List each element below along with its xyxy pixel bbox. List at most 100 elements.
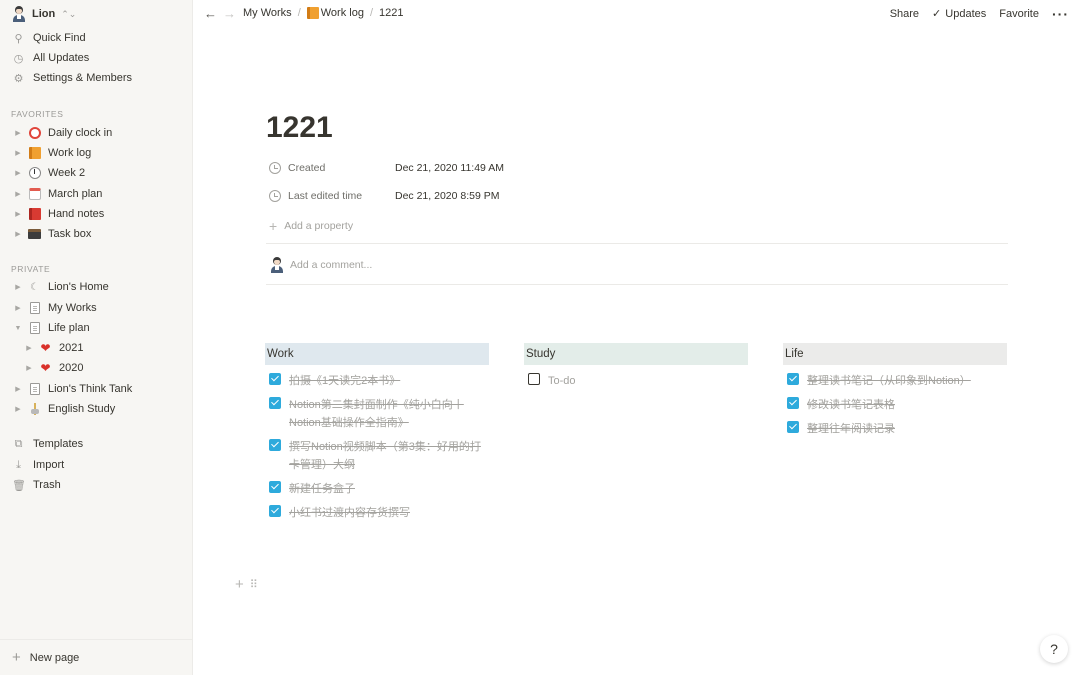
back-arrow-icon[interactable]: ← — [204, 6, 217, 21]
updates-button[interactable]: ✓ Updates — [932, 7, 987, 21]
sidebar-item-march-plan[interactable]: ▶ March plan — [11, 185, 102, 203]
drag-handle-icon[interactable]: ⠿ — [250, 578, 258, 591]
sidebar-item-label: Settings & Members — [33, 72, 133, 84]
sidebar-item-hand-notes[interactable]: ▶ Hand notes — [11, 205, 104, 223]
sidebar-item-daily-clock-in[interactable]: ▶ Daily clock in — [11, 124, 112, 142]
property-created[interactable]: Created Dec 21, 2020 11:49 AM — [269, 159, 529, 177]
forward-arrow-icon[interactable]: → — [223, 6, 236, 21]
updates-label: Updates — [945, 7, 987, 20]
checkbox-checked[interactable] — [269, 439, 281, 451]
add-comment-field[interactable]: Add a comment... — [270, 257, 372, 273]
checkbox-checked[interactable] — [269, 505, 281, 517]
expand-triangle-icon[interactable]: ▶ — [22, 364, 36, 372]
expand-triangle-icon[interactable]: ▶ — [11, 210, 25, 218]
workspace-name: Lion — [32, 8, 56, 20]
todo-item: Notion第二集封面制作《纯小白向丨Notion基础操作全指南》 — [265, 396, 489, 432]
expand-triangle-icon[interactable]: ▶ — [11, 405, 25, 413]
checkmark-icon: ✓ — [932, 8, 942, 20]
sidebar-item-label: March plan — [48, 188, 103, 200]
column-work: Work 拍摄《1天读完2本书》 Notion第二集封面制作《纯小白向丨Noti… — [265, 343, 489, 522]
breadcrumb-item-work-log[interactable]: Work log — [306, 7, 364, 19]
sidebar-item-lions-think-tank[interactable]: ▶ Lion's Think Tank — [11, 380, 132, 398]
templates-icon: ⧉ — [14, 437, 23, 450]
sidebar-item-english-study[interactable]: ▶ English Study — [11, 400, 115, 418]
block-controls: + ⠿ — [235, 577, 258, 592]
column-heading[interactable]: Work — [265, 343, 489, 365]
private-section-label: PRIVATE — [11, 264, 51, 274]
sidebar-item-templates[interactable]: ⧉ Templates — [12, 435, 84, 453]
checkbox-checked[interactable] — [787, 421, 799, 433]
expand-triangle-icon[interactable]: ▶ — [11, 169, 25, 177]
sidebar-item-label: Hand notes — [48, 208, 105, 220]
sidebar-item-quick-find[interactable]: ⚲ Quick Find — [12, 29, 85, 47]
sidebar-item-life-plan[interactable]: ▼ Life plan — [11, 319, 90, 337]
checkbox-checked[interactable] — [269, 397, 281, 409]
workspace-switcher[interactable]: Lion ⌃⌄ — [12, 6, 76, 22]
checkbox-checked[interactable] — [269, 373, 281, 385]
clock-icon — [28, 167, 41, 179]
todo-text[interactable]: 小红书过渡内容存货撰写 — [289, 504, 410, 522]
todo-item: To-do — [524, 372, 748, 390]
sidebar-item-week-2[interactable]: ▶ Week 2 — [11, 164, 85, 182]
checkbox-checked[interactable] — [787, 397, 799, 409]
add-property-label: Add a property — [284, 220, 354, 232]
expand-triangle-icon[interactable]: ▶ — [11, 304, 25, 312]
property-last-edited[interactable]: Last edited time Dec 21, 2020 8:59 PM — [269, 187, 529, 205]
column-heading[interactable]: Study — [524, 343, 748, 365]
add-block-icon[interactable]: + — [235, 577, 244, 592]
checkbox-unchecked[interactable] — [528, 373, 540, 385]
sidebar-item-label: English Study — [48, 403, 116, 415]
help-button[interactable]: ? — [1040, 635, 1068, 663]
sidebar-item-label: 2021 — [59, 342, 84, 354]
sidebar-item-lions-home[interactable]: ▶ ☾ Lion's Home — [11, 278, 109, 296]
share-button[interactable]: Share — [890, 8, 919, 20]
add-property-button[interactable]: + Add a property — [269, 218, 353, 234]
todo-text[interactable]: 拍摄《1天读完2本书》 — [289, 372, 400, 390]
todo-text[interactable]: 整理往年阅读记录 — [807, 420, 895, 438]
checkbox-checked[interactable] — [269, 481, 281, 493]
expand-triangle-icon[interactable]: ▶ — [11, 230, 25, 238]
column-heading[interactable]: Life — [783, 343, 1007, 365]
sidebar-item-label: 2020 — [59, 362, 84, 374]
favorite-button[interactable]: Favorite — [999, 8, 1039, 20]
sidebar-item-all-updates[interactable]: ◷ All Updates — [12, 49, 90, 67]
sidebar-item-work-log[interactable]: ▶ Work log — [11, 144, 91, 162]
more-options-icon[interactable]: ··· — [1052, 7, 1069, 21]
sidebar-item-import[interactable]: ⤓ Import — [12, 456, 64, 474]
document-icon — [29, 302, 40, 314]
todo-text[interactable]: 整理读书笔记（从印象到Notion） — [807, 372, 971, 390]
sidebar-item-trash[interactable]: 🗑 Trash — [12, 476, 61, 494]
expand-triangle-icon[interactable]: ▶ — [11, 283, 25, 291]
todo-text[interactable]: Notion第二集封面制作《纯小白向丨Notion基础操作全指南》 — [289, 396, 489, 432]
new-page-button[interactable]: + New page — [0, 639, 193, 675]
breadcrumb-item-my-works[interactable]: My Works — [243, 7, 292, 19]
clock-icon — [269, 190, 281, 202]
sidebar-item-2020[interactable]: ▶ ❤ 2020 — [22, 359, 83, 377]
sidebar-item-label: Task box — [48, 228, 92, 240]
heart-icon: ❤ — [40, 361, 51, 375]
expand-triangle-icon[interactable]: ▶ — [11, 190, 25, 198]
sidebar-item-settings[interactable]: ⚙ Settings & Members — [12, 69, 132, 87]
sidebar-item-label: Life plan — [48, 322, 90, 334]
expand-triangle-icon[interactable]: ▶ — [11, 149, 25, 157]
column-study: Study To-do — [524, 343, 748, 390]
collapse-triangle-icon[interactable]: ▼ — [11, 325, 25, 332]
expand-triangle-icon[interactable]: ▶ — [22, 344, 36, 352]
expand-triangle-icon[interactable]: ▶ — [11, 129, 25, 137]
plus-icon: + — [269, 218, 278, 234]
property-value: Dec 21, 2020 11:49 AM — [395, 162, 504, 174]
checkbox-checked[interactable] — [787, 373, 799, 385]
breadcrumb-item-current[interactable]: 1221 — [379, 7, 403, 19]
todo-text[interactable]: 撰写Notion视频脚本（第3集：好用的打卡管理）大纲 — [289, 438, 489, 474]
breadcrumb-separator: / — [297, 7, 301, 19]
todo-text[interactable]: 新建任务盒子 — [289, 480, 355, 498]
breadcrumb: My Works / Work log / 1221 — [243, 7, 404, 19]
sidebar-item-my-works[interactable]: ▶ My Works — [11, 299, 97, 317]
todo-placeholder[interactable]: To-do — [548, 372, 576, 390]
sidebar-item-task-box[interactable]: ▶ Task box — [11, 225, 91, 243]
sidebar-item-2021[interactable]: ▶ ❤ 2021 — [22, 339, 83, 357]
todo-item: 拍摄《1天读完2本书》 — [265, 372, 489, 390]
page-title[interactable]: 1221 — [266, 111, 333, 145]
todo-text[interactable]: 修改读书笔记表格 — [807, 396, 895, 414]
expand-triangle-icon[interactable]: ▶ — [11, 385, 25, 393]
